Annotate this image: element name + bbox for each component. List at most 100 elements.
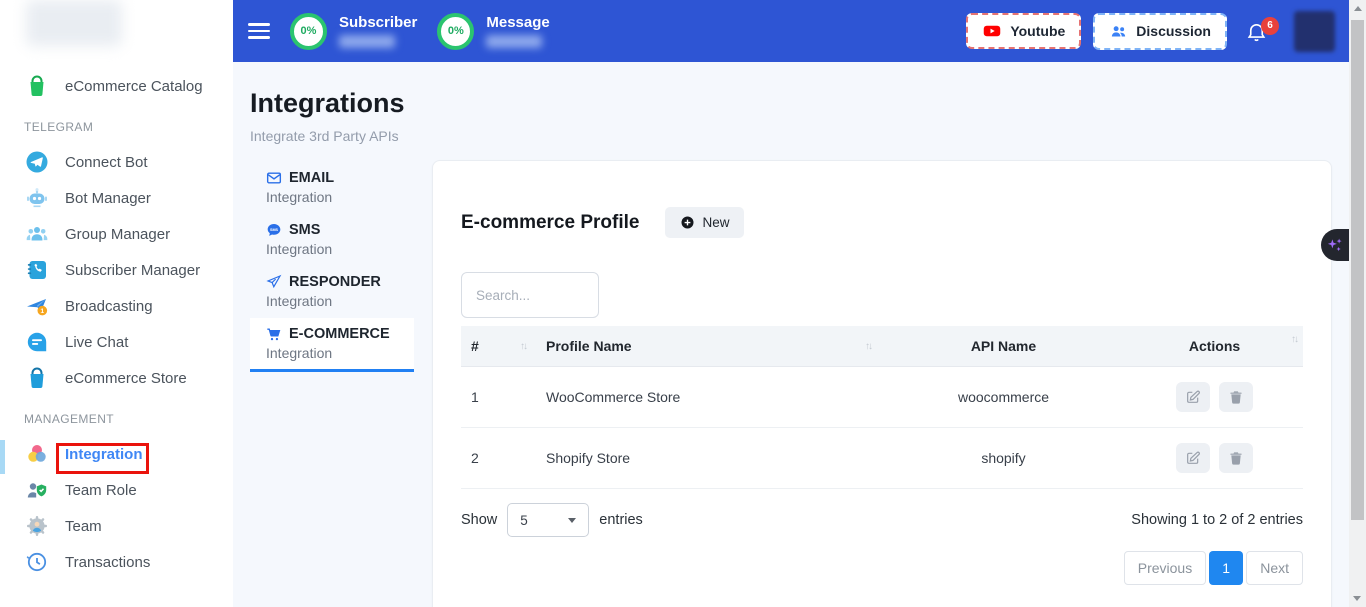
- cart-icon: [266, 326, 282, 342]
- user-avatar[interactable]: [1294, 11, 1335, 52]
- person-shield-icon: [24, 477, 50, 503]
- youtube-button[interactable]: Youtube: [966, 13, 1081, 49]
- ai-assistant-button[interactable]: [1321, 229, 1349, 261]
- sidebar-item-bot-manager[interactable]: Bot Manager: [0, 180, 233, 216]
- notifications-bell[interactable]: 6: [1245, 20, 1268, 43]
- profile-name-cell: Shopify Store: [536, 428, 881, 489]
- sidebar-item-label: Transactions: [65, 554, 150, 571]
- sidebar-item-label: Team: [65, 518, 102, 535]
- page-size-select[interactable]: 5: [507, 503, 589, 537]
- integration-circles-icon: [24, 441, 50, 467]
- discussion-button-label: Discussion: [1136, 23, 1211, 39]
- contacts-phone-icon: [24, 257, 50, 283]
- edit-icon: [1185, 450, 1201, 466]
- sidebar-item-ecommerce-catalog[interactable]: eCommerce Catalog: [0, 68, 233, 104]
- tab-sublabel: Integration: [266, 293, 398, 309]
- delete-button[interactable]: [1219, 443, 1253, 473]
- trash-icon: [1228, 389, 1244, 405]
- hamburger-menu-icon[interactable]: [248, 19, 270, 43]
- new-profile-button[interactable]: New: [665, 207, 744, 238]
- chevron-down-icon: [568, 518, 576, 523]
- tab-sms-integration[interactable]: SMS SMS Integration: [250, 214, 414, 265]
- sidebar-section-management: MANAGEMENT: [0, 396, 233, 436]
- broadcasting-badge: 1: [40, 308, 44, 315]
- tab-ecommerce-integration[interactable]: E-COMMERCE Integration: [250, 318, 414, 372]
- sidebar-item-ecommerce-store[interactable]: eCommerce Store: [0, 360, 233, 396]
- page-size-value: 5: [520, 513, 528, 528]
- sidebar-item-group-manager[interactable]: Group Manager: [0, 216, 233, 252]
- sidebar-item-live-chat[interactable]: Live Chat: [0, 324, 233, 360]
- browser-scrollbar[interactable]: [1349, 0, 1366, 607]
- table-header-row: #↑↓ Profile Name↑↓ API Name Actions ↑↓: [461, 326, 1303, 367]
- tab-responder-integration[interactable]: RESPONDER Integration: [250, 266, 414, 317]
- shopping-bag-green-icon: [24, 73, 50, 99]
- table-row: 2 Shopify Store shopify: [461, 428, 1303, 489]
- youtube-button-label: Youtube: [1010, 23, 1065, 39]
- subscriber-progress-ring: 0%: [290, 13, 327, 50]
- sidebar-item-label: Team Role: [65, 482, 137, 499]
- sidebar-item-transactions[interactable]: Transactions: [0, 544, 233, 580]
- sidebar-item-team[interactable]: Team: [0, 508, 233, 544]
- message-stat: 0% Message: [437, 13, 549, 50]
- sidebar-item-label: Connect Bot: [65, 154, 148, 171]
- column-header-actions: Actions ↑↓: [1126, 326, 1303, 367]
- card-title: E-commerce Profile: [461, 212, 639, 234]
- scroll-up-arrow[interactable]: [1354, 6, 1362, 11]
- profiles-table: #↑↓ Profile Name↑↓ API Name Actions ↑↓: [461, 326, 1303, 489]
- sidebar-item-broadcasting[interactable]: 1 Broadcasting: [0, 288, 233, 324]
- scrollbar-thumb[interactable]: [1351, 20, 1364, 520]
- search-input[interactable]: [461, 272, 599, 318]
- history-clock-icon: [24, 549, 50, 575]
- shopping-bag-blue-icon: [24, 365, 50, 391]
- sidebar-item-team-role[interactable]: Team Role: [0, 472, 233, 508]
- actions-cell: [1126, 428, 1303, 489]
- delete-button[interactable]: [1219, 382, 1253, 412]
- topbar: 0% Subscriber 0% Message Youtube Discuss…: [233, 0, 1349, 62]
- tab-label: SMS: [289, 222, 320, 238]
- profile-name-cell: WooCommerce Store: [536, 367, 881, 428]
- sidebar-item-label: Bot Manager: [65, 190, 151, 207]
- sort-icon[interactable]: ↑↓: [865, 341, 871, 352]
- page-title: Integrations: [250, 88, 405, 119]
- sidebar-item-label: Live Chat: [65, 334, 128, 351]
- sort-icon[interactable]: ↑↓: [1291, 334, 1297, 345]
- sidebar-item-connect-bot[interactable]: Connect Bot: [0, 144, 233, 180]
- api-name-cell: shopify: [881, 428, 1126, 489]
- previous-page-button[interactable]: Previous: [1124, 551, 1206, 585]
- next-page-button[interactable]: Next: [1246, 551, 1303, 585]
- api-name-cell: woocommerce: [881, 367, 1126, 428]
- message-progress-ring: 0%: [437, 13, 474, 50]
- edit-icon: [1185, 389, 1201, 405]
- tab-label: E-COMMERCE: [289, 326, 390, 342]
- edit-button[interactable]: [1176, 443, 1210, 473]
- column-header-api-name: API Name: [881, 326, 1126, 367]
- entries-summary: Showing 1 to 2 of 2 entries: [1131, 512, 1303, 528]
- sidebar-item-integration[interactable]: Integration: [0, 436, 233, 472]
- sort-icon[interactable]: ↑↓: [520, 341, 526, 352]
- scroll-down-arrow[interactable]: [1353, 596, 1361, 601]
- app-logo: [26, 0, 122, 46]
- envelope-icon: [266, 170, 282, 186]
- edit-button[interactable]: [1176, 382, 1210, 412]
- main-content: Integrations Integrate 3rd Party APIs EM…: [233, 62, 1349, 607]
- sparkles-icon: [1326, 236, 1344, 254]
- sidebar-item-subscriber-manager[interactable]: Subscriber Manager: [0, 252, 233, 288]
- notification-count-badge: 6: [1261, 17, 1279, 35]
- actions-cell: [1126, 367, 1303, 428]
- sidebar-item-label: Subscriber Manager: [65, 262, 200, 279]
- tab-sublabel: Integration: [266, 345, 398, 361]
- subscriber-stat-label: Subscriber: [339, 14, 417, 31]
- page-subtitle: Integrate 3rd Party APIs: [250, 128, 399, 144]
- sidebar-item-label: Group Manager: [65, 226, 170, 243]
- sidebar: eCommerce Catalog TELEGRAM Connect Bot B…: [0, 0, 233, 607]
- page-1-button[interactable]: 1: [1209, 551, 1243, 585]
- discussion-button[interactable]: Discussion: [1093, 13, 1227, 50]
- new-button-label: New: [702, 215, 729, 230]
- youtube-icon: [982, 22, 1002, 40]
- pagination: Previous 1 Next: [433, 537, 1331, 585]
- page-size-control: Show 5 entries: [461, 503, 643, 537]
- sms-icon-text: SMS: [270, 228, 279, 232]
- ecommerce-profile-card: E-commerce Profile New #↑↓ Pr: [432, 160, 1332, 607]
- subscriber-stat-value-blurred: [339, 35, 395, 48]
- tab-email-integration[interactable]: EMAIL Integration: [250, 162, 414, 213]
